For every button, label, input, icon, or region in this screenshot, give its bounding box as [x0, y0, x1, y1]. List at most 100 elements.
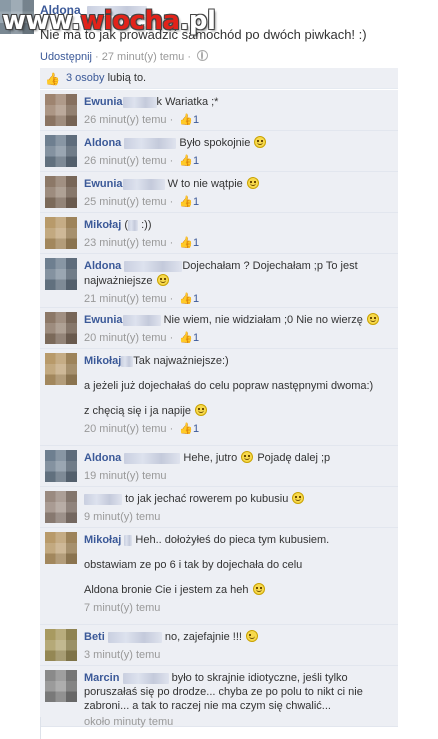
- comment-text: Aldona bronie Cie i jestem za heh: [84, 584, 249, 596]
- thumbs-up-icon[interactable]: 👍: [179, 423, 193, 435]
- smiley-icon: [156, 274, 169, 286]
- thumbs-up-icon[interactable]: 👍: [179, 332, 193, 344]
- avatar[interactable]: [45, 94, 77, 126]
- redacted-surname: [122, 672, 169, 684]
- comment: Aldona Dojechałam ? Dojechałam ;p To jes…: [40, 254, 398, 308]
- comment-text: no, zajefajnie !!!: [164, 631, 242, 643]
- divider: [40, 717, 41, 739]
- avatar[interactable]: [45, 312, 77, 344]
- comment-text: Dojechałam ? Dojechałam ;p To jest: [182, 260, 358, 272]
- comment-text: było to skrajnie idiotyczne, jeśli tylko: [171, 672, 348, 684]
- avatar[interactable]: [45, 491, 77, 523]
- comment-text: z chęcią się i ja napije: [84, 405, 192, 417]
- avatar[interactable]: [45, 176, 77, 208]
- comment-timestamp[interactable]: 26 minut(y) temu: [84, 155, 167, 167]
- comment: Marcin było to skrajnie idiotyczne, jeśl…: [40, 666, 398, 728]
- comment-text: Hehe, jutro: [183, 452, 238, 464]
- comment-text: a jeżeli już dojechałaś do celu popraw n…: [84, 380, 374, 392]
- comment: Mikołaj Heh.. dołożyłeś do pieca tym kub…: [40, 528, 398, 625]
- comment-text: Było spokojnie: [179, 137, 251, 149]
- thumbs-up-icon[interactable]: 👍: [179, 237, 193, 249]
- avatar[interactable]: [45, 135, 77, 167]
- smiley-icon: [246, 630, 259, 642]
- comment: Mikołaj ( :)) 23 minut(y) temu · 👍1: [40, 213, 398, 254]
- comment-timestamp[interactable]: 9 minut(y) temu: [84, 511, 160, 523]
- comment: to jak jechać rowerem po kubusiu 9 minut…: [40, 487, 398, 528]
- share-link[interactable]: Udostępnij: [40, 51, 92, 63]
- comment: Beti no, zajefajnie !!! 3 minut(y) temu: [40, 625, 398, 666]
- comment: Ewunia Nie wiem, nie widziałam ;0 Nie no…: [40, 308, 398, 349]
- avatar[interactable]: [45, 670, 77, 702]
- post-timestamp[interactable]: 27 minut(y) temu: [102, 51, 185, 63]
- comment-text: najważniejsze: [84, 275, 153, 287]
- thumbs-up-icon[interactable]: 👍: [179, 196, 193, 208]
- comment-text: k Wariatka ;*: [156, 96, 219, 108]
- comment-timestamp[interactable]: 3 minut(y) temu: [84, 649, 160, 661]
- comment-text: W to nie wątpie: [167, 178, 243, 190]
- comment-timestamp[interactable]: 20 minut(y) temu: [84, 332, 167, 344]
- like-count[interactable]: 1: [193, 155, 199, 167]
- comment-timestamp[interactable]: 25 minut(y) temu: [84, 196, 167, 208]
- comment-text: to jak jechać rowerem po kubusiu: [125, 493, 289, 505]
- commenter-name[interactable]: Ewunia: [84, 314, 123, 326]
- avatar[interactable]: [45, 353, 77, 385]
- post-meta: Udostępnij · 27 minut(y) temu ·: [40, 50, 209, 63]
- avatar[interactable]: [45, 258, 77, 290]
- smiley-icon: [246, 177, 259, 189]
- smiley-icon: [366, 313, 379, 325]
- redacted-surname: [124, 260, 183, 272]
- like-count[interactable]: 1: [193, 237, 199, 249]
- redacted-name: [84, 493, 122, 505]
- redacted-surname: [124, 452, 181, 464]
- globe-icon[interactable]: [197, 50, 209, 61]
- smiley-icon: [252, 583, 265, 595]
- like-count[interactable]: 1: [193, 332, 199, 344]
- redacted-surname: [121, 355, 134, 367]
- avatar[interactable]: [45, 450, 77, 482]
- redacted-surname: [122, 178, 165, 190]
- commenter-name[interactable]: Aldona: [84, 137, 121, 149]
- like-count[interactable]: 1: [193, 114, 199, 126]
- redacted-surname: [122, 96, 157, 108]
- commenter-name[interactable]: Marcin: [84, 672, 119, 684]
- commenter-name[interactable]: Mikołaj: [84, 219, 121, 231]
- comment-timestamp[interactable]: 7 minut(y) temu: [84, 602, 160, 614]
- comment-text: Nie wiem, nie widziałam ;0 Nie no wierzę: [163, 314, 363, 326]
- post-header: www.wiocha.pl Aldona Nie ma to jak prowa…: [0, 0, 438, 68]
- like-count[interactable]: 1: [193, 423, 199, 435]
- comment: Ewunia W to nie wątpie 25 minut(y) temu …: [40, 172, 398, 213]
- thumbs-up-icon: 👍: [45, 72, 60, 86]
- avatar[interactable]: [45, 217, 77, 249]
- comment-timestamp[interactable]: 26 minut(y) temu: [84, 114, 167, 126]
- comment-timestamp[interactable]: 23 minut(y) temu: [84, 237, 167, 249]
- commenter-name[interactable]: Aldona: [84, 452, 121, 464]
- thumbs-up-icon[interactable]: 👍: [179, 114, 193, 126]
- commenter-name[interactable]: Beti: [84, 631, 105, 643]
- comment-text: zabroni... a tak to raczej nie ma czym s…: [84, 700, 331, 712]
- site-watermark: www.wiocha.pl: [2, 6, 216, 36]
- like-count[interactable]: 1: [193, 293, 199, 305]
- commenter-name[interactable]: Aldona: [84, 260, 121, 272]
- like-count[interactable]: 1: [193, 196, 199, 208]
- smiley-icon: [292, 492, 305, 504]
- avatar[interactable]: [45, 532, 77, 564]
- avatar[interactable]: [45, 629, 77, 661]
- likers-link[interactable]: 3 osoby: [66, 72, 105, 84]
- comment-text: Tak najważniejsze:): [133, 355, 229, 367]
- comment: Aldona Było spokojnie 26 minut(y) temu ·…: [40, 131, 398, 172]
- commenter-name[interactable]: Ewunia: [84, 96, 123, 108]
- thumbs-up-icon[interactable]: 👍: [179, 155, 193, 167]
- comment: Mikołaj Tak najważniejsze:) a jeżeli już …: [40, 349, 398, 446]
- comment-timestamp[interactable]: 20 minut(y) temu: [84, 423, 167, 435]
- comment: Aldona Hehe, jutro Pojadę dalej ;p 19 mi…: [40, 446, 398, 487]
- smiley-icon: [195, 404, 208, 416]
- commenter-name[interactable]: Ewunia: [84, 178, 123, 190]
- comment-timestamp[interactable]: 21 minut(y) temu: [84, 293, 167, 305]
- commenter-name[interactable]: Mikołaj: [84, 355, 121, 367]
- comment-timestamp[interactable]: około minuty temu: [84, 716, 173, 728]
- commenter-name[interactable]: Mikołaj: [84, 534, 121, 546]
- redacted-surname: [122, 314, 161, 326]
- thumbs-up-icon[interactable]: 👍: [179, 293, 193, 305]
- comment-timestamp[interactable]: 19 minut(y) temu: [84, 470, 167, 482]
- redacted-surname: [128, 219, 139, 231]
